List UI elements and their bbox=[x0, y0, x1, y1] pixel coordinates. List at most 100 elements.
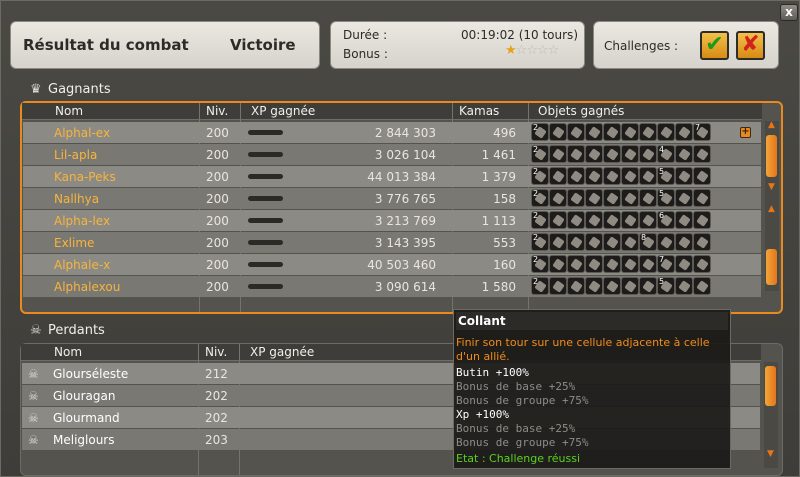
item-icon[interactable] bbox=[585, 167, 603, 185]
scroll-thumb[interactable] bbox=[766, 249, 777, 285]
item-icon[interactable] bbox=[549, 189, 567, 207]
item-icon[interactable] bbox=[585, 211, 603, 229]
item-icon[interactable] bbox=[639, 123, 657, 141]
item-icon[interactable]: 2 bbox=[531, 189, 549, 207]
item-icon[interactable]: 5 bbox=[657, 167, 675, 185]
item-icon[interactable] bbox=[603, 255, 621, 273]
item-icon[interactable] bbox=[639, 145, 657, 163]
item-icon[interactable] bbox=[567, 145, 585, 163]
item-icon[interactable]: 2 bbox=[531, 233, 549, 251]
player-name[interactable]: Exlime bbox=[54, 236, 94, 250]
challenge-success-icon[interactable]: ✔ bbox=[700, 31, 729, 60]
player-name[interactable]: Lil-apla bbox=[54, 148, 97, 162]
item-icon[interactable] bbox=[675, 211, 693, 229]
item-icon[interactable] bbox=[549, 167, 567, 185]
scroll-down-icon[interactable]: ▼ bbox=[766, 183, 777, 192]
item-icon[interactable] bbox=[621, 145, 639, 163]
item-icon[interactable] bbox=[639, 255, 657, 273]
item-icon[interactable] bbox=[693, 277, 711, 295]
item-icon[interactable]: 8 bbox=[639, 233, 657, 251]
monster-name[interactable]: Meliglours bbox=[53, 433, 115, 447]
item-icon[interactable] bbox=[567, 211, 585, 229]
item-icon[interactable] bbox=[585, 255, 603, 273]
item-icon[interactable]: 2 bbox=[531, 277, 549, 295]
scroll-down-icon[interactable]: ▼ bbox=[765, 450, 776, 459]
item-icon[interactable] bbox=[621, 211, 639, 229]
item-icon[interactable] bbox=[567, 255, 585, 273]
item-icon[interactable] bbox=[603, 189, 621, 207]
challenge-failed-icon[interactable]: ✘ bbox=[736, 31, 765, 60]
item-icon[interactable] bbox=[603, 145, 621, 163]
item-icon[interactable] bbox=[603, 123, 621, 141]
monster-name[interactable]: Glouragan bbox=[53, 389, 115, 403]
item-icon[interactable]: 6 bbox=[657, 211, 675, 229]
item-icon[interactable] bbox=[693, 145, 711, 163]
table-row[interactable]: Nallhya 200 3 776 765 158 2 5 bbox=[23, 188, 761, 209]
item-icon[interactable] bbox=[585, 145, 603, 163]
table-row[interactable]: Exlime 200 3 143 395 553 2 8 bbox=[23, 232, 761, 253]
item-icon[interactable]: 2 bbox=[531, 211, 549, 229]
table-row[interactable]: Lil-apla 200 3 026 104 1 461 2 4 bbox=[23, 144, 761, 165]
item-icon[interactable] bbox=[639, 277, 657, 295]
table-row[interactable]: Alphalexou 200 3 090 614 1 580 2 5 bbox=[23, 276, 761, 297]
item-icon[interactable]: 7 bbox=[693, 123, 711, 141]
item-icon[interactable] bbox=[567, 189, 585, 207]
item-icon[interactable] bbox=[621, 167, 639, 185]
scroll-up-icon[interactable]: ▲ bbox=[766, 121, 777, 130]
item-icon[interactable] bbox=[549, 277, 567, 295]
item-icon[interactable] bbox=[639, 167, 657, 185]
table-row[interactable]: Alphale-x 200 40 503 460 160 2 7 bbox=[23, 254, 761, 275]
table-row[interactable]: Kana-Peks 200 44 013 384 1 379 2 5 bbox=[23, 166, 761, 187]
item-icon[interactable] bbox=[621, 277, 639, 295]
item-icon[interactable] bbox=[621, 123, 639, 141]
item-icon[interactable]: 2 bbox=[531, 123, 549, 141]
item-icon[interactable]: 2 bbox=[531, 145, 549, 163]
item-icon[interactable]: 2 bbox=[531, 167, 549, 185]
table-row[interactable]: Alphal-ex 200 2 844 303 496 2 7 bbox=[23, 122, 761, 143]
player-name[interactable]: Nallhya bbox=[54, 192, 99, 206]
item-icon[interactable] bbox=[693, 233, 711, 251]
player-name[interactable]: Alphalexou bbox=[54, 280, 120, 294]
item-icon[interactable] bbox=[603, 233, 621, 251]
item-icon[interactable]: 4 bbox=[657, 145, 675, 163]
player-name[interactable]: Alphale-x bbox=[54, 258, 110, 272]
item-icon[interactable] bbox=[621, 255, 639, 273]
item-icon[interactable] bbox=[675, 277, 693, 295]
item-icon[interactable] bbox=[567, 123, 585, 141]
item-icon[interactable] bbox=[639, 189, 657, 207]
item-icon[interactable] bbox=[549, 123, 567, 141]
item-icon[interactable] bbox=[549, 145, 567, 163]
player-name[interactable]: Alpha-lex bbox=[54, 214, 110, 228]
item-icon[interactable] bbox=[549, 211, 567, 229]
scroll-thumb[interactable] bbox=[765, 366, 776, 406]
item-icon[interactable] bbox=[567, 233, 585, 251]
scroll-thumb[interactable] bbox=[766, 135, 777, 177]
item-icon[interactable] bbox=[585, 233, 603, 251]
item-icon[interactable] bbox=[621, 189, 639, 207]
item-icon[interactable] bbox=[675, 233, 693, 251]
close-button[interactable]: x bbox=[780, 4, 798, 21]
item-icon[interactable] bbox=[693, 211, 711, 229]
item-icon[interactable] bbox=[549, 255, 567, 273]
monster-name[interactable]: Glourséleste bbox=[53, 367, 128, 381]
item-icon[interactable] bbox=[603, 211, 621, 229]
item-icon[interactable]: 2 bbox=[531, 255, 549, 273]
player-name[interactable]: Kana-Peks bbox=[54, 170, 116, 184]
winners-scrollbar[interactable]: ▲ ▼ ▲ bbox=[765, 121, 779, 291]
item-icon[interactable] bbox=[693, 167, 711, 185]
item-icon[interactable] bbox=[693, 189, 711, 207]
item-icon[interactable] bbox=[675, 189, 693, 207]
item-icon[interactable]: 5 bbox=[657, 277, 675, 295]
item-icon[interactable] bbox=[603, 277, 621, 295]
item-icon[interactable] bbox=[603, 167, 621, 185]
expand-items-button[interactable]: + bbox=[740, 127, 751, 138]
item-icon[interactable] bbox=[585, 123, 603, 141]
item-icon[interactable] bbox=[621, 233, 639, 251]
item-icon[interactable] bbox=[585, 277, 603, 295]
item-icon[interactable] bbox=[657, 233, 675, 251]
item-icon[interactable] bbox=[549, 233, 567, 251]
table-row[interactable]: Alpha-lex 200 3 213 769 1 113 2 6 bbox=[23, 210, 761, 231]
item-icon[interactable]: 7 bbox=[657, 255, 675, 273]
item-icon[interactable] bbox=[567, 277, 585, 295]
scroll-up-icon[interactable]: ▲ bbox=[766, 205, 777, 214]
